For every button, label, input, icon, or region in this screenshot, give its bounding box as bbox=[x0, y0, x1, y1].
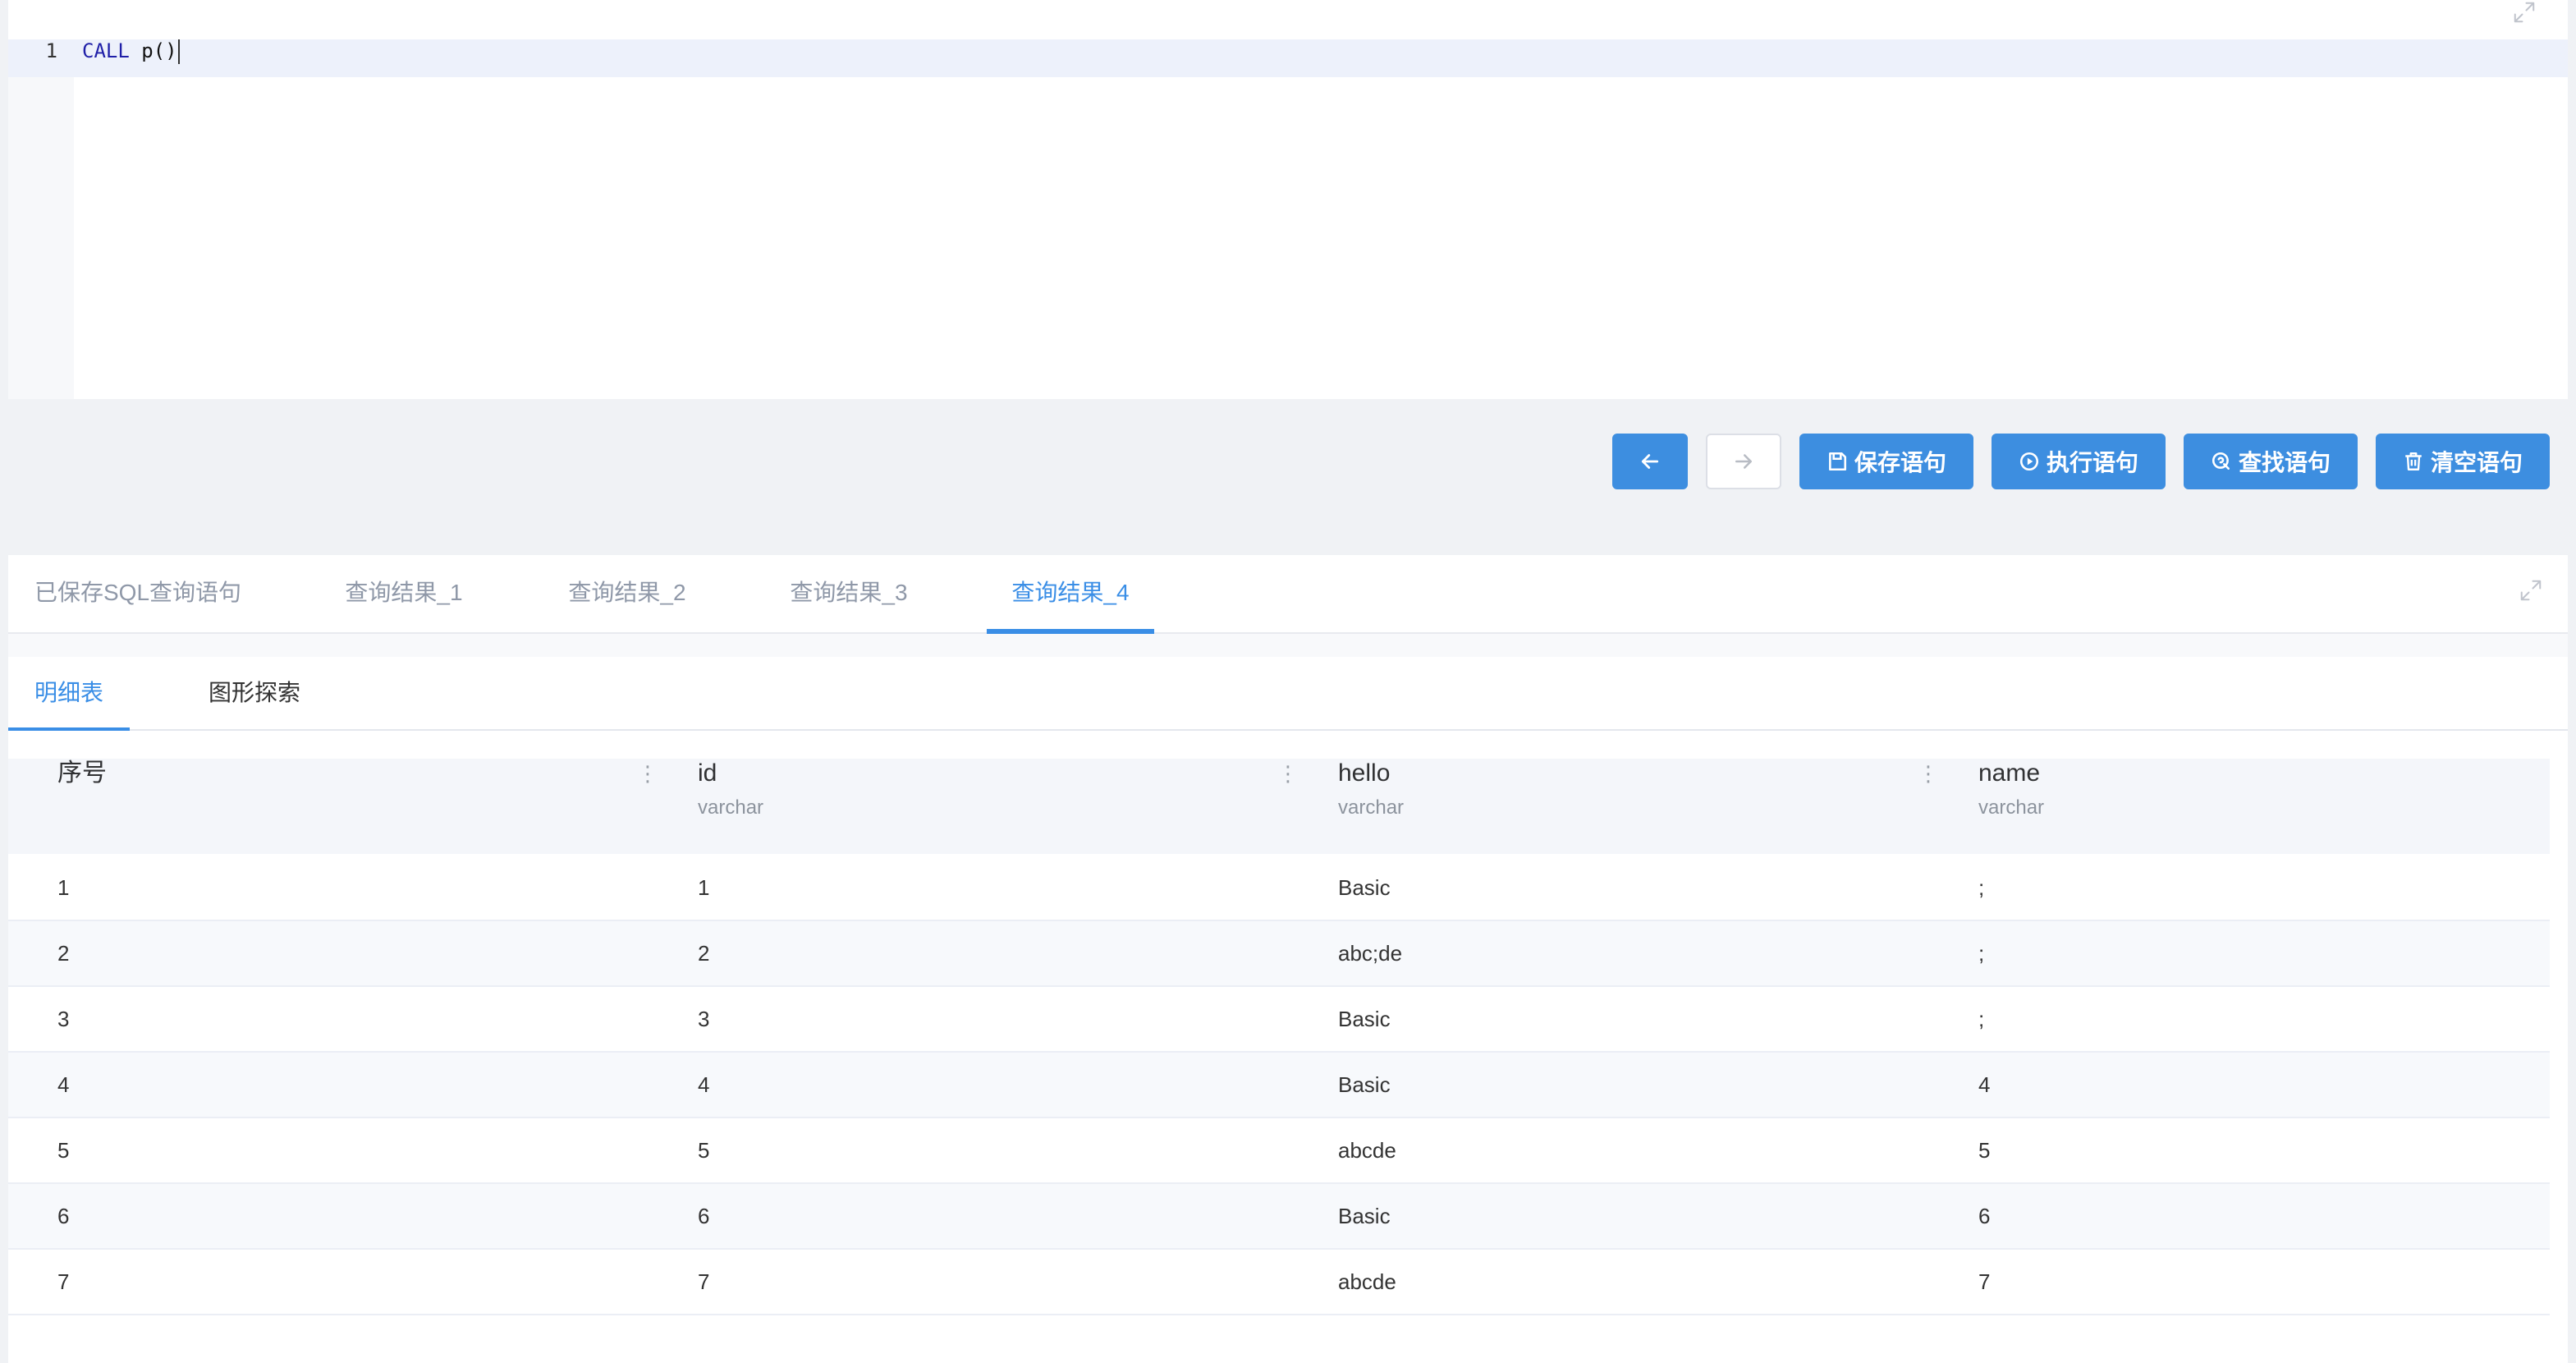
result-tab-bar: 已保存SQL查询语句 查询结果_1 查询结果_2 查询结果_3 查询结果_4 bbox=[8, 555, 2568, 634]
arrow-right-icon bbox=[1731, 449, 1756, 474]
cell-id: 6 bbox=[698, 1204, 710, 1228]
column-name: id bbox=[698, 760, 717, 787]
search-icon bbox=[2211, 451, 2232, 472]
table-row: 2 2 abc;de ; bbox=[8, 921, 2550, 987]
line-number: 1 bbox=[45, 39, 57, 62]
save-icon bbox=[1827, 451, 1848, 472]
tab-detail-table[interactable]: 明细表 bbox=[8, 657, 130, 731]
tab-query-result-1[interactable]: 查询结果_1 bbox=[320, 555, 488, 634]
tab-chart-explore[interactable]: 图形探索 bbox=[182, 657, 327, 731]
column-type: varchar bbox=[1978, 796, 2045, 819]
run-statement-button[interactable]: 执行语句 bbox=[1992, 434, 2166, 489]
code-input-area[interactable]: CALL p() bbox=[82, 39, 2553, 399]
code-call-target: p() bbox=[141, 39, 177, 62]
column-header-hello: hello varchar ⋮ bbox=[1289, 759, 1939, 854]
cell-name: 5 bbox=[1978, 1138, 1991, 1163]
text-cursor bbox=[177, 39, 180, 64]
cell-hello: Basic bbox=[1338, 1072, 1391, 1097]
view-tab-bar: 明细表 图形探索 bbox=[8, 657, 2568, 731]
cell-id: 1 bbox=[698, 875, 710, 900]
table-header: 序号 ⋮ id varchar ⋮ hello varchar ⋮ name v… bbox=[8, 759, 2550, 854]
code-line[interactable]: CALL p() bbox=[82, 39, 2553, 77]
tab-separator bbox=[8, 634, 2568, 657]
table-row: 6 6 Basic 6 bbox=[8, 1184, 2550, 1250]
table-row: 4 4 Basic 4 bbox=[8, 1053, 2550, 1118]
cell-hello: abcde bbox=[1338, 1269, 1396, 1294]
cell-hello: Basic bbox=[1338, 1007, 1391, 1031]
save-statement-button[interactable]: 保存语句 bbox=[1799, 434, 1973, 489]
vertical-dots-icon[interactable]: ⋮ bbox=[637, 759, 658, 788]
cell-seq: 3 bbox=[57, 1007, 70, 1031]
forward-button[interactable] bbox=[1706, 434, 1781, 489]
expand-icon[interactable] bbox=[2519, 578, 2543, 603]
column-type: varchar bbox=[698, 796, 764, 819]
find-statement-button[interactable]: 查找语句 bbox=[2184, 434, 2358, 489]
cell-seq: 6 bbox=[57, 1204, 70, 1228]
find-statement-label: 查找语句 bbox=[2238, 450, 2331, 475]
cell-name: 6 bbox=[1978, 1204, 1991, 1228]
cell-name: ; bbox=[1978, 941, 1985, 966]
result-table: 序号 ⋮ id varchar ⋮ hello varchar ⋮ name v… bbox=[8, 759, 2550, 1315]
cell-hello: Basic bbox=[1338, 875, 1391, 900]
results-panel: 已保存SQL查询语句 查询结果_1 查询结果_2 查询结果_3 查询结果_4 明… bbox=[8, 555, 2568, 1363]
column-name: name bbox=[1978, 760, 2041, 787]
editor-toolbar: 保存语句 执行语句 查找语句 清空语句 bbox=[1612, 434, 2550, 489]
cell-id: 4 bbox=[698, 1072, 710, 1097]
back-button[interactable] bbox=[1612, 434, 1688, 489]
sql-editor[interactable]: 1 CALL p() bbox=[8, 0, 2568, 399]
table-row: 7 7 abcde 7 bbox=[8, 1250, 2550, 1315]
cell-name: 7 bbox=[1978, 1269, 1991, 1294]
column-header-name: name varchar bbox=[1929, 759, 2550, 854]
column-name: 序号 bbox=[57, 760, 107, 787]
table-row: 1 1 Basic ; bbox=[8, 856, 2550, 921]
run-statement-label: 执行语句 bbox=[2046, 450, 2138, 475]
cell-seq: 7 bbox=[57, 1269, 70, 1294]
column-header-id: id varchar ⋮ bbox=[649, 759, 1299, 854]
tab-query-result-3[interactable]: 查询结果_3 bbox=[765, 555, 933, 634]
cell-id: 3 bbox=[698, 1007, 710, 1031]
vertical-dots-icon[interactable]: ⋮ bbox=[1277, 759, 1299, 788]
vertical-dots-icon[interactable]: ⋮ bbox=[1918, 759, 1939, 788]
column-name: hello bbox=[1338, 760, 1391, 787]
table-row: 5 5 abcde 5 bbox=[8, 1118, 2550, 1184]
tab-query-result-2[interactable]: 查询结果_2 bbox=[543, 555, 711, 634]
cell-hello: Basic bbox=[1338, 1204, 1391, 1228]
column-header-seq: 序号 ⋮ bbox=[8, 759, 658, 854]
expand-icon[interactable] bbox=[2512, 0, 2537, 25]
editor-gutter bbox=[8, 39, 74, 399]
cell-id: 7 bbox=[698, 1269, 710, 1294]
code-keyword: CALL bbox=[82, 39, 130, 62]
cell-id: 5 bbox=[698, 1138, 710, 1163]
cell-name: ; bbox=[1978, 875, 1985, 900]
table-row: 3 3 Basic ; bbox=[8, 987, 2550, 1053]
cell-seq: 1 bbox=[57, 875, 70, 900]
arrow-left-icon bbox=[1638, 449, 1662, 474]
tab-saved-sql[interactable]: 已保存SQL查询语句 bbox=[11, 555, 264, 634]
cell-name: ; bbox=[1978, 1007, 1985, 1031]
cell-seq: 4 bbox=[57, 1072, 70, 1097]
save-statement-label: 保存语句 bbox=[1854, 450, 1946, 475]
column-type: varchar bbox=[1338, 796, 1405, 819]
clear-statement-label: 清空语句 bbox=[2430, 450, 2523, 475]
cell-hello: abc;de bbox=[1338, 941, 1403, 966]
trash-icon bbox=[2403, 451, 2424, 472]
tab-query-result-4[interactable]: 查询结果_4 bbox=[987, 555, 1154, 634]
cell-hello: abcde bbox=[1338, 1138, 1396, 1163]
cell-seq: 5 bbox=[57, 1138, 70, 1163]
clear-statement-button[interactable]: 清空语句 bbox=[2376, 434, 2550, 489]
cell-seq: 2 bbox=[57, 941, 70, 966]
play-circle-icon bbox=[2019, 451, 2040, 472]
cell-id: 2 bbox=[698, 941, 710, 966]
cell-name: 4 bbox=[1978, 1072, 1991, 1097]
table-body: 1 1 Basic ; 2 2 abc;de ; 3 3 Basic ; 4 4… bbox=[8, 856, 2550, 1315]
